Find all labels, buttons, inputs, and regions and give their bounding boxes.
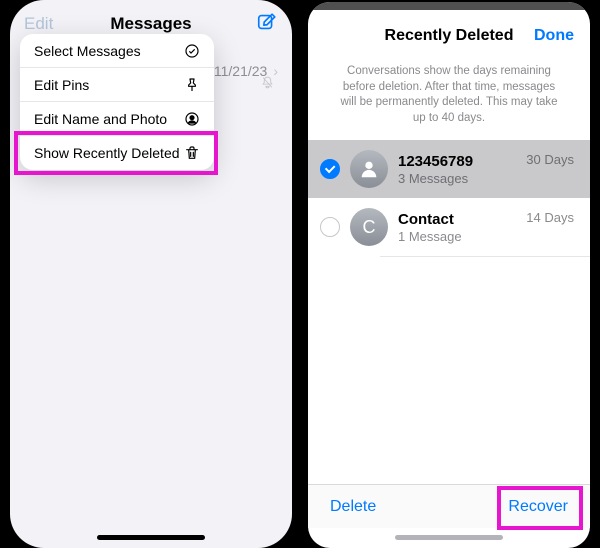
delete-button[interactable]: Delete — [330, 498, 376, 516]
conversation-item[interactable]: C Contact 1 Message 14 Days — [308, 198, 590, 256]
conversation-subtitle: 3 Messages — [398, 171, 516, 186]
mute-icon — [261, 76, 274, 92]
conversation-subtitle: 1 Message — [398, 229, 516, 244]
bottom-toolbar: Delete Recover — [308, 484, 590, 528]
conversation-item-selected[interactable]: 123456789 3 Messages 30 Days — [308, 140, 590, 198]
menu-label: Show Recently Deleted — [34, 145, 180, 161]
checkmark-circle-icon — [184, 43, 200, 59]
conversation-text: Contact 1 Message — [398, 211, 516, 244]
person-circle-icon — [184, 111, 200, 127]
compose-icon[interactable] — [256, 11, 278, 38]
selection-checkbox-on[interactable] — [320, 159, 340, 179]
separator — [380, 256, 590, 257]
home-indicator[interactable] — [97, 535, 205, 540]
menu-select-messages[interactable]: Select Messages — [20, 34, 214, 68]
avatar-initial: C — [350, 208, 388, 246]
recently-deleted-header: Recently Deleted Done — [308, 12, 590, 60]
edit-menu: Select Messages Edit Pins Edit Name and … — [20, 34, 214, 170]
done-button[interactable]: Done — [534, 27, 574, 45]
phone-right-recently-deleted: Recently Deleted Done Conversations show… — [308, 2, 590, 548]
trash-icon — [184, 145, 200, 161]
menu-label: Edit Pins — [34, 77, 89, 93]
selection-checkbox-off[interactable] — [320, 217, 340, 237]
menu-show-recently-deleted[interactable]: Show Recently Deleted — [20, 136, 214, 170]
conversation-title: Contact — [398, 211, 516, 228]
conversation-days-remaining: 14 Days — [526, 210, 574, 225]
menu-edit-name-photo[interactable]: Edit Name and Photo — [20, 102, 214, 136]
menu-edit-pins[interactable]: Edit Pins — [20, 68, 214, 102]
pin-icon — [184, 77, 200, 93]
conversation-date: 11/21/23 — [214, 63, 267, 79]
phone-left-messages: Edit Messages 11/21/23 › Select Messages… — [10, 0, 292, 548]
info-text: Conversations show the days remaining be… — [308, 60, 590, 140]
avatar-generic — [350, 150, 388, 188]
recover-button[interactable]: Recover — [508, 498, 568, 516]
chevron-right-icon: › — [273, 63, 278, 79]
conversation-title: 123456789 — [398, 153, 516, 170]
edit-button[interactable]: Edit — [24, 14, 53, 34]
menu-label: Edit Name and Photo — [34, 111, 167, 127]
menu-label: Select Messages — [34, 43, 141, 59]
conversation-text: 123456789 3 Messages — [398, 153, 516, 186]
conversation-days-remaining: 30 Days — [526, 152, 574, 167]
home-indicator[interactable] — [395, 535, 503, 540]
